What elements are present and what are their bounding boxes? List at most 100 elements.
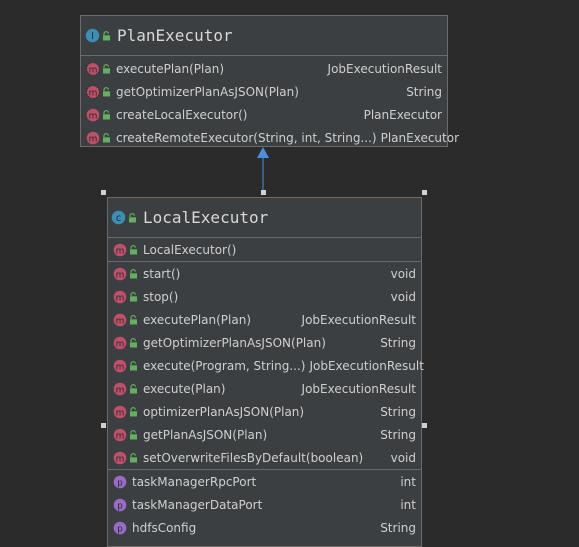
member-name: setOverwriteFilesByDefault(boolean) <box>143 450 364 465</box>
plan-executor-header[interactable]: I PlanExecutor <box>81 16 447 56</box>
method-icon: m <box>113 267 127 281</box>
svg-text:m: m <box>116 339 125 349</box>
selection-handle-top-left[interactable] <box>101 190 106 195</box>
member-row[interactable]: m getOptimizerPlanAsJSON(Plan) String <box>108 331 421 354</box>
public-visibility-icon <box>102 86 111 97</box>
member-name: LocalExecutor() <box>143 242 237 257</box>
svg-text:p: p <box>117 478 123 488</box>
svg-text:m: m <box>89 88 98 98</box>
local-executor-constructors: m LocalExecutor() <box>108 238 421 262</box>
member-type: int <box>400 497 416 512</box>
public-visibility-icon <box>129 337 138 348</box>
svg-text:m: m <box>89 65 98 75</box>
abstract-method-icon: m <box>86 61 100 76</box>
abstract-method-icon: m <box>86 84 100 99</box>
local-executor-class[interactable]: c LocalExecutor m LocalExecutor() m start(… <box>107 197 424 547</box>
svg-text:m: m <box>116 431 125 441</box>
svg-text:c: c <box>116 213 121 224</box>
local-executor-header[interactable]: c LocalExecutor <box>108 198 421 238</box>
local-executor-properties: p taskManagerRpcPort int p taskManagerDataPo… <box>108 470 421 539</box>
member-type: JobExecutionResult <box>301 381 416 396</box>
interface-icon: I <box>85 28 111 43</box>
method-icon: m <box>86 108 100 122</box>
member-row[interactable]: m stop() void <box>108 285 421 308</box>
method-icon: m <box>113 336 127 350</box>
member-name: createRemoteExecutor(String, int, String… <box>116 130 377 145</box>
member-type: JobExecutionResult <box>327 61 442 76</box>
method-icon: m <box>113 382 127 396</box>
selection-handle-top-right[interactable] <box>422 190 427 195</box>
member-name: stop() <box>143 289 179 304</box>
public-visibility-icon <box>129 452 138 463</box>
member-row[interactable]: m start() void <box>108 262 421 285</box>
member-type: JobExecutionResult <box>309 358 424 373</box>
public-visibility-icon <box>129 383 138 394</box>
member-type: void <box>390 289 416 304</box>
member-row[interactable]: p hdfsConfig String <box>108 516 421 539</box>
public-visibility-icon <box>129 268 138 279</box>
property-icon: p <box>113 498 127 512</box>
member-row[interactable]: m execute(Plan) JobExecutionResult <box>108 377 421 400</box>
member-name: optimizerPlanAsJSON(Plan) <box>143 404 305 419</box>
member-row[interactable]: m getOptimizerPlanAsJSON(Plan) String <box>81 80 447 103</box>
member-row[interactable]: m execute(Program, String...) JobExecution… <box>108 354 424 377</box>
member-name: start() <box>143 266 181 281</box>
public-visibility-icon <box>102 109 111 120</box>
local-executor-title: LocalExecutor <box>143 208 269 227</box>
public-visibility-icon <box>129 406 138 417</box>
method-icon: m <box>113 428 127 442</box>
method-icon: m <box>113 405 127 419</box>
member-name: hdfsConfig <box>132 520 197 535</box>
member-row[interactable]: m createRemoteExecutor(String, int, Strin… <box>81 126 459 149</box>
selection-handle-top-center[interactable] <box>261 190 266 195</box>
method-icon: m <box>113 451 127 465</box>
property-icon: p <box>113 475 127 489</box>
member-type: void <box>390 266 416 281</box>
svg-text:p: p <box>117 524 123 534</box>
member-row[interactable]: m optimizerPlanAsJSON(Plan) String <box>108 400 421 423</box>
member-type: String <box>380 404 416 419</box>
svg-text:m: m <box>116 362 125 372</box>
public-visibility-icon <box>129 429 138 440</box>
member-row[interactable]: m getPlanAsJSON(Plan) String <box>108 423 421 446</box>
member-row[interactable]: p taskManagerDataPort int <box>108 493 421 516</box>
selection-handle-middle-left[interactable] <box>101 423 106 428</box>
member-name: getOptimizerPlanAsJSON(Plan) <box>116 84 299 99</box>
member-type: int <box>400 474 416 489</box>
public-visibility-icon <box>102 132 111 143</box>
member-row[interactable]: p taskManagerRpcPort int <box>108 470 421 493</box>
selection-handle-middle-right[interactable] <box>422 423 427 428</box>
svg-text:m: m <box>89 111 98 121</box>
member-name: execute(Program, String...) <box>143 358 306 373</box>
member-type: String <box>380 427 416 442</box>
svg-text:m: m <box>116 385 125 395</box>
public-visibility-icon <box>102 63 111 74</box>
member-type: PlanExecutor <box>380 130 460 145</box>
local-executor-methods: m start() void m stop() void m executePlan(Plan… <box>108 262 424 470</box>
plan-executor-class[interactable]: I PlanExecutor m executePlan(Plan) JobExec… <box>80 15 459 149</box>
svg-text:I: I <box>91 31 94 42</box>
svg-text:m: m <box>89 134 98 144</box>
member-row[interactable]: m LocalExecutor() <box>108 238 421 261</box>
svg-text:m: m <box>116 293 125 303</box>
method-icon: m <box>86 131 100 145</box>
member-name: executePlan(Plan) <box>116 61 224 76</box>
public-visibility-icon <box>129 244 138 255</box>
member-name: createLocalExecutor() <box>116 107 248 122</box>
svg-text:m: m <box>116 454 125 464</box>
member-name: executePlan(Plan) <box>143 312 251 327</box>
plan-executor-methods: m executePlan(Plan) JobExecutionResult m get… <box>81 56 459 149</box>
member-row[interactable]: m executePlan(Plan) JobExecutionResult <box>81 57 447 80</box>
member-type: void <box>390 450 416 465</box>
member-row[interactable]: m setOverwriteFilesByDefault(boolean) void <box>108 446 421 469</box>
property-icon: p <box>113 521 127 535</box>
member-row[interactable]: m createLocalExecutor() PlanExecutor <box>81 103 447 126</box>
public-visibility-icon <box>129 314 138 325</box>
member-name: taskManagerDataPort <box>132 497 263 512</box>
member-name: getOptimizerPlanAsJSON(Plan) <box>143 335 326 350</box>
method-icon: m <box>113 243 127 257</box>
member-row[interactable]: m executePlan(Plan) JobExecutionResult <box>108 308 421 331</box>
class-icon: c <box>111 210 137 225</box>
svg-text:p: p <box>117 501 123 511</box>
member-type: PlanExecutor <box>363 107 442 122</box>
